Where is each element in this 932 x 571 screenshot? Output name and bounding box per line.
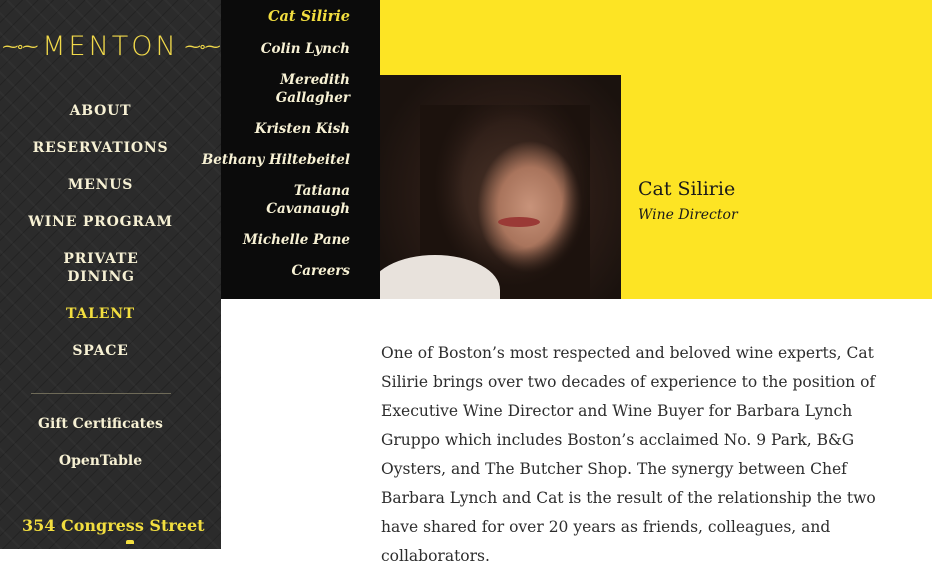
- talent-item-careers[interactable]: Careers: [292, 262, 351, 280]
- sidebar-divider: [31, 393, 171, 394]
- nav-item-private-dining[interactable]: PRIVATE DINING: [41, 250, 161, 286]
- address: 354 Congress Street: [22, 516, 205, 535]
- nav-item-wine-program[interactable]: WINE PROGRAM: [0, 213, 201, 231]
- nav-item-talent[interactable]: TALENT: [0, 305, 201, 323]
- logo-text: MENTON: [42, 30, 179, 62]
- profile-name: Cat Silirie: [638, 178, 736, 200]
- nav-item-menus[interactable]: MENUS: [0, 176, 201, 194]
- talent-item-tatiana-cavanaugh[interactable]: Tatiana Cavanaugh: [266, 182, 350, 218]
- portrait-lips: [498, 217, 540, 227]
- talent-item-kristen-kish[interactable]: Kristen Kish: [255, 120, 350, 138]
- profile-bio: One of Boston’s most respected and belov…: [381, 344, 876, 565]
- nav-item-space[interactable]: SPACE: [0, 342, 201, 360]
- gift-certificates-link[interactable]: Gift Certificates: [0, 415, 201, 433]
- flourish-left-icon: ⁓∘⁓: [2, 36, 38, 56]
- talent-item-label: Tatiana Cavanaugh: [266, 183, 350, 217]
- talent-item-bethany-hiltebeitel[interactable]: Bethany Hiltebeitel: [202, 151, 350, 169]
- flourish-right-icon: ⁓∘⁓: [184, 36, 221, 56]
- logo[interactable]: ⁓∘⁓ MENTON ⁓∘⁓: [0, 26, 221, 66]
- nav-item-reservations[interactable]: RESERVATIONS: [0, 139, 201, 157]
- secondary-nav: Gift Certificates OpenTable: [0, 415, 201, 489]
- portrait-photo: [380, 75, 621, 299]
- talent-list: Cat Silirie Colin Lynch Meredith Gallagh…: [202, 0, 380, 299]
- opentable-link[interactable]: OpenTable: [0, 452, 201, 470]
- nav-item-about[interactable]: ABOUT: [0, 102, 201, 120]
- talent-item-label: Meredith Gallagher: [275, 72, 350, 106]
- profile-hero: Cat Silirie Wine Director: [380, 0, 932, 299]
- main-nav: ABOUT RESERVATIONS MENUS WINE PROGRAM PR…: [0, 102, 201, 379]
- talent-item-michelle-pane[interactable]: Michelle Pane: [243, 231, 350, 249]
- talent-item-meredith-gallagher[interactable]: Meredith Gallagher: [276, 71, 350, 107]
- profile-role: Wine Director: [638, 207, 738, 223]
- talent-item-colin-lynch[interactable]: Colin Lynch: [261, 40, 350, 58]
- address-overflow: [126, 540, 134, 544]
- talent-item-cat-silirie[interactable]: Cat Silirie: [268, 8, 350, 26]
- sidebar: ⁓∘⁓ MENTON ⁓∘⁓ ABOUT RESERVATIONS MENUS …: [0, 0, 221, 549]
